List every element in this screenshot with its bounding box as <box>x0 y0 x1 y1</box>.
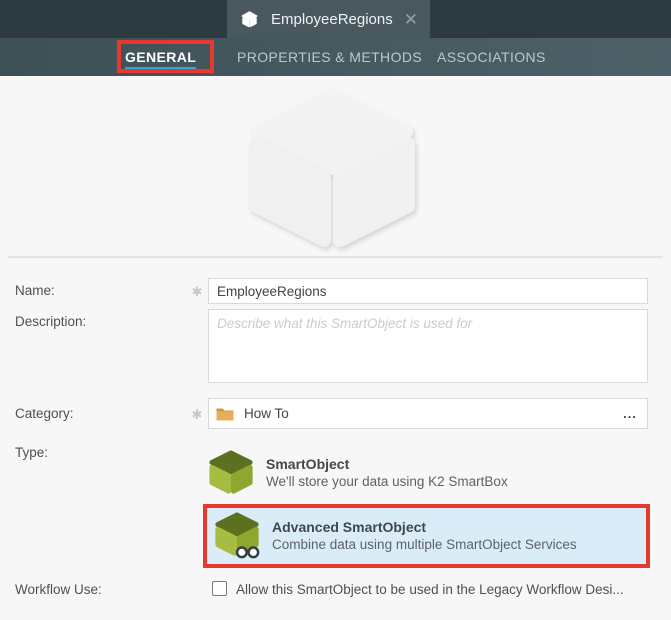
tab-general[interactable]: GENERAL <box>125 38 197 76</box>
advanced-smartobject-icon <box>215 512 260 559</box>
navbar: GENERAL PROPERTIES & METHODS ASSOCIATION… <box>0 38 671 76</box>
tab-properties-methods[interactable]: PROPERTIES & METHODS <box>237 38 422 76</box>
type-option-smartobject[interactable]: SmartObject We'll store your data using … <box>206 446 648 500</box>
name-input[interactable] <box>208 278 648 304</box>
tab-general-label: GENERAL <box>125 49 197 65</box>
name-label: Name: <box>15 283 55 298</box>
type-option-title: Advanced SmartObject <box>272 519 427 535</box>
type-label: Type: <box>15 445 49 460</box>
smartobject-cube-graphic <box>249 89 415 247</box>
category-browse-button[interactable]: ... <box>623 407 637 420</box>
tab-properties-methods-label: PROPERTIES & METHODS <box>237 49 423 65</box>
tab-associations[interactable]: ASSOCIATIONS <box>437 38 546 76</box>
description-label: Description: <box>15 314 87 329</box>
type-option-description: We'll store your data using K2 SmartBox <box>266 474 508 489</box>
general-panel: Name: ✱ Description: Category: ✱ How To … <box>0 76 671 620</box>
tab-associations-label: ASSOCIATIONS <box>437 49 546 65</box>
required-icon: ✱ <box>191 284 203 299</box>
smartobject-cube-icon <box>241 10 258 27</box>
smartobject-green-cube-icon <box>209 450 253 494</box>
category-label: Category: <box>15 406 74 421</box>
workflow-checkbox-label[interactable]: Allow this SmartObject to be used in the… <box>236 582 648 597</box>
workflow-use-label: Workflow Use: <box>15 582 102 597</box>
tab-title: EmployeeRegions <box>271 10 393 28</box>
type-option-description: Combine data using multiple SmartObject … <box>272 537 577 552</box>
type-option-title: SmartObject <box>266 456 350 472</box>
close-icon[interactable]: ✕ <box>402 9 420 30</box>
description-textarea[interactable] <box>208 309 648 383</box>
smartobject-designer-window: EmployeeRegions ✕ GENERAL PROPERTIES & M… <box>0 0 671 620</box>
document-tab[interactable]: EmployeeRegions ✕ <box>227 0 430 38</box>
required-icon: ✱ <box>191 407 203 422</box>
category-value: How To <box>244 406 289 421</box>
titlebar: EmployeeRegions ✕ <box>0 0 671 38</box>
type-option-advanced-smartobject[interactable]: Advanced SmartObject Combine data using … <box>203 504 650 568</box>
folder-icon <box>216 408 234 421</box>
workflow-checkbox[interactable] <box>212 581 227 596</box>
active-tab-underline <box>125 67 197 71</box>
category-field[interactable]: How To ... <box>208 398 648 429</box>
section-divider <box>8 256 663 258</box>
